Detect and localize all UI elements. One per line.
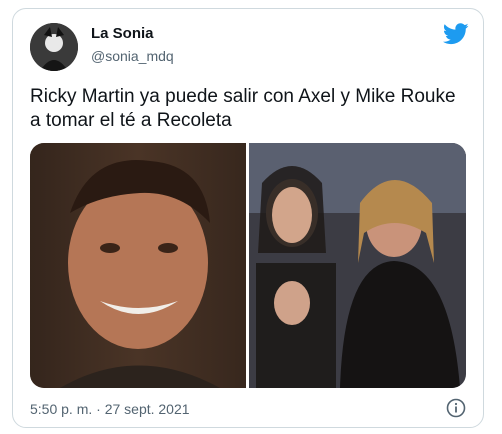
info-icon[interactable] <box>446 398 466 418</box>
tweet-card[interactable]: La Sonia @sonia_mdq Ricky Martin ya pued… <box>12 8 484 428</box>
twitter-bird-icon[interactable] <box>443 23 469 45</box>
photo-right[interactable] <box>249 143 466 388</box>
photo-left[interactable] <box>30 143 246 388</box>
media-grid <box>30 143 466 388</box>
display-name[interactable]: La Sonia <box>91 25 154 42</box>
user-handle[interactable]: @sonia_mdq <box>91 48 174 64</box>
avatar[interactable] <box>30 23 78 71</box>
tweet-timestamp[interactable]: 5:50 p. m. · 27 sept. 2021 <box>30 401 190 417</box>
avatar-image <box>30 23 78 71</box>
tweet-text: Ricky Martin ya puede salir con Axel y M… <box>30 86 456 131</box>
tweet-media[interactable] <box>30 143 466 388</box>
